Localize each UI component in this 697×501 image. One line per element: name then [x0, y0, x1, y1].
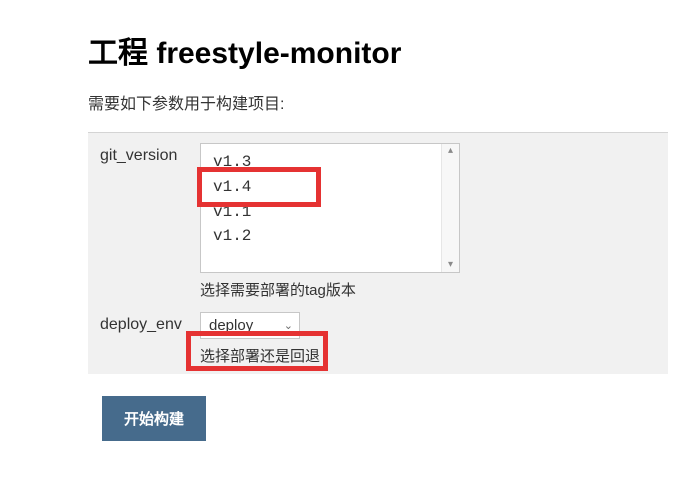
page-subtitle: 需要如下参数用于构建项目: — [88, 90, 697, 114]
list-item[interactable]: v1.1 — [213, 200, 441, 225]
git-version-listbox[interactable]: v1.3 v1.4 v1.1 v1.2 ▴ ▾ — [200, 143, 460, 273]
param-row-git-version: git_version v1.3 v1.4 v1.1 v1.2 ▴ ▾ 选择需要… — [100, 143, 656, 300]
list-item[interactable]: v1.4 — [213, 175, 441, 200]
deploy-env-select[interactable]: deploy ⌄ — [200, 312, 300, 339]
deploy-env-helper: 选择部署还是回退 — [200, 345, 320, 366]
git-version-options: v1.3 v1.4 v1.1 v1.2 — [201, 144, 441, 272]
chevron-down-icon: ⌄ — [284, 319, 293, 332]
page-title: 工程 freestyle-monitor — [88, 28, 697, 72]
parameters-panel: git_version v1.3 v1.4 v1.1 v1.2 ▴ ▾ 选择需要… — [88, 132, 668, 374]
build-button[interactable]: 开始构建 — [102, 396, 206, 441]
git-version-label: git_version — [100, 143, 200, 165]
scroll-up-icon[interactable]: ▴ — [448, 146, 453, 156]
scroll-down-icon[interactable]: ▾ — [448, 260, 453, 270]
list-item[interactable]: v1.2 — [213, 224, 441, 249]
scrollbar[interactable]: ▴ ▾ — [441, 144, 459, 272]
deploy-env-label: deploy_env — [100, 312, 200, 334]
list-item[interactable]: v1.3 — [213, 150, 441, 175]
select-value: deploy — [209, 317, 253, 334]
param-row-deploy-env: deploy_env deploy ⌄ 选择部署还是回退 — [100, 312, 656, 366]
git-version-helper: 选择需要部署的tag版本 — [200, 279, 460, 300]
